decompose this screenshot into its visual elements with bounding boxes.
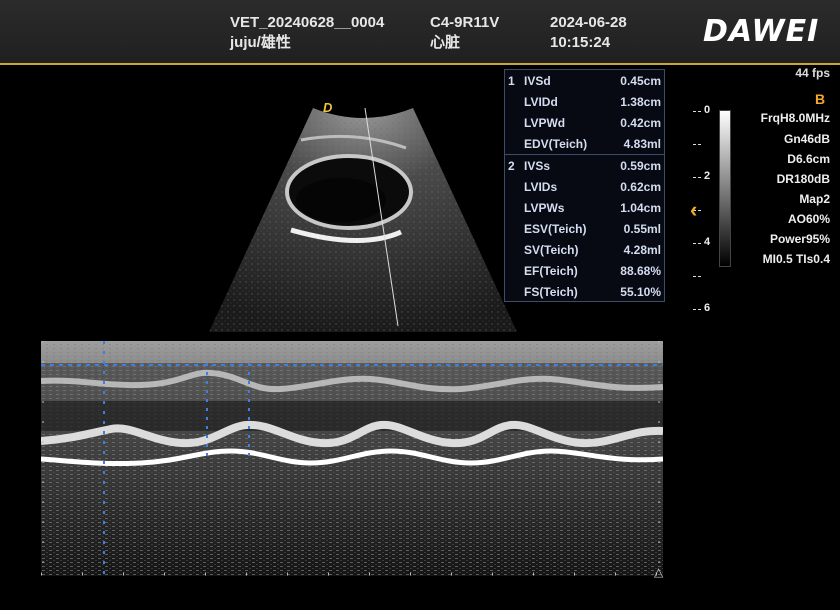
patient-id: VET_20240628__0004 — [230, 14, 385, 31]
param-map: Map2 — [799, 192, 830, 206]
measurement-row: EDV(Teich) 4.83ml — [505, 133, 664, 154]
param-power: Power95% — [769, 232, 830, 246]
measurement-row: LVPWd 0.42cm — [505, 112, 664, 133]
measurement-label: ESV(Teich) — [524, 222, 587, 236]
param-depth: D6.6cm — [787, 152, 830, 166]
param-mi-tis: MI0.5 TIs0.4 — [762, 252, 830, 266]
measurement-label: LVPWd — [524, 116, 566, 130]
near-field-band — [41, 341, 663, 363]
measurement-row: LVIDd 1.38cm — [505, 91, 664, 112]
measurement-value: 0.55ml — [623, 222, 661, 236]
imaging-mode[interactable]: B — [815, 91, 825, 107]
group-number: 2 — [508, 159, 515, 173]
measurement-row: 1 IVSd 0.45cm — [505, 70, 664, 91]
sector-orientation-marker: D — [323, 100, 333, 115]
measurement-value: 88.68% — [620, 264, 661, 278]
measurement-row: 2 IVSs 0.59cm — [505, 155, 664, 176]
exam-time: 10:15:24 — [550, 34, 611, 51]
measurement-value: 1.04cm — [620, 201, 661, 215]
measurement-label: SV(Teich) — [524, 243, 579, 257]
grayscale-bar — [719, 110, 731, 267]
m-mode-trace[interactable] — [41, 341, 663, 576]
measurement-value: 0.42cm — [620, 116, 661, 130]
depth-scale-label: 4 — [704, 236, 711, 248]
measurement-row: FS(Teich) 55.10% — [505, 281, 664, 302]
depth-tick — [693, 177, 701, 178]
measurement-value: 4.28ml — [623, 243, 661, 257]
measurement-results-panel: 1 IVSd 0.45cm LVIDd 1.38cm LVPWd 0.42cm … — [504, 69, 665, 302]
measurement-value: 0.45cm — [620, 74, 661, 88]
param-ao: AO60% — [787, 212, 830, 226]
measurement-row: LVPWs 1.04cm — [505, 197, 664, 218]
measurement-label: LVIDd — [524, 95, 558, 109]
focus-marker-icon[interactable]: ‹ — [690, 199, 697, 221]
measurement-row: ESV(Teich) 0.55ml — [505, 218, 664, 239]
patient-name: juju/雄性 — [230, 34, 291, 51]
exam-date: 2024-06-28 — [550, 14, 627, 31]
measurement-value: 1.38cm — [620, 95, 661, 109]
measurement-label: FS(Teich) — [524, 285, 578, 299]
measurement-label: LVIDs — [524, 180, 558, 194]
measurement-value: 0.62cm — [620, 180, 661, 194]
param-frequency: FrqH8.0MHz — [760, 111, 830, 125]
param-dynamic-range: DR180dB — [776, 172, 830, 186]
group-number: 1 — [508, 74, 515, 88]
cavity-band — [41, 401, 663, 431]
measurement-row: EF(Teich) 88.68% — [505, 260, 664, 281]
measurement-label: EF(Teich) — [524, 264, 578, 278]
depth-scale-label: 2 — [704, 170, 711, 182]
measurement-label: IVSs — [524, 159, 551, 173]
top-info-bar: VET_20240628__0004 juju/雄性 C4-9R11V 心脏 2… — [0, 0, 840, 65]
depth-tick — [693, 276, 701, 277]
depth-scale-label: 6 — [704, 302, 711, 314]
depth-scale-label: 0 — [704, 104, 711, 116]
measurement-row: SV(Teich) 4.28ml — [505, 239, 664, 260]
depth-tick — [693, 111, 701, 112]
depth-tick — [693, 243, 701, 244]
measurement-value: 0.59cm — [620, 159, 661, 173]
chamber-inner — [296, 178, 386, 222]
depth-tick — [693, 144, 701, 145]
frame-rate: 44 fps — [795, 66, 830, 80]
depth-tick — [693, 309, 701, 310]
brand-logo: DAWEI — [703, 14, 820, 49]
measurement-label: EDV(Teich) — [524, 137, 588, 151]
measurement-value: 4.83ml — [623, 137, 661, 151]
param-gain: Gn46dB — [783, 132, 830, 146]
measurement-value: 55.10% — [620, 285, 661, 299]
sweep-position-icon: △ — [654, 565, 664, 579]
probe-model: C4-9R11V — [430, 14, 500, 31]
measurement-label: IVSd — [524, 74, 551, 88]
exam-preset: 心脏 — [430, 34, 461, 51]
measurement-row: LVIDs 0.62cm — [505, 176, 664, 197]
measurement-label: LVPWs — [524, 201, 565, 215]
